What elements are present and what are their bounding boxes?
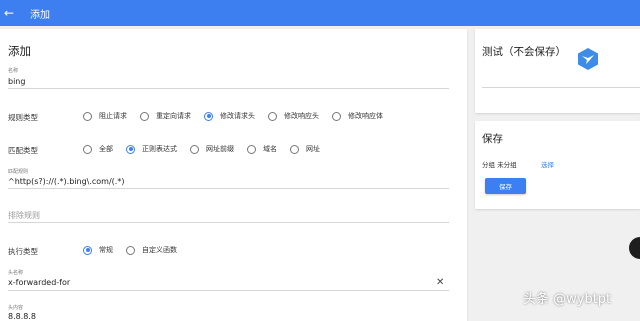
rule-type-radio-group: 阻止请求 重定向请求 修改请求头 修改响应头 修改响应体: [83, 111, 396, 121]
save-button[interactable]: 保存: [485, 178, 526, 194]
radio-label: 修改响应头: [284, 112, 319, 120]
radio-label: 正则表达式: [142, 145, 177, 153]
match-rule-label: 匹配规则: [8, 169, 29, 175]
rule-type-option-block[interactable]: 阻止请求: [83, 111, 127, 121]
radio-label: 网址: [306, 145, 320, 153]
exclude-rule-underline: [8, 222, 449, 223]
save-card: 保存 分组 未分组 选择 保存: [475, 121, 640, 209]
radio-label: 阻止请求: [99, 112, 127, 120]
group-row: 分组 未分组: [482, 159, 517, 169]
match-type-option-domain[interactable]: 域名: [247, 144, 277, 154]
radio-label: 常规: [99, 246, 113, 254]
test-card-title: 测试（不会保存）: [482, 46, 566, 58]
watermark-text: 头条 @wybtpt: [523, 292, 612, 307]
rule-type-option-modify-response-header[interactable]: 修改响应头: [268, 111, 319, 121]
rule-type-label: 规则类型: [8, 113, 38, 122]
page-title: 添加: [30, 9, 50, 21]
match-type-label: 匹配类型: [8, 146, 38, 155]
radio-label: 域名: [263, 145, 277, 153]
radio-label: 修改响应体: [348, 112, 383, 120]
radio-button-selected[interactable]: [83, 245, 92, 255]
header-name-underline: [8, 290, 449, 291]
exec-type-radio-group: 常规 自定义函数: [83, 245, 190, 255]
header-name-label: 头名称: [8, 270, 24, 276]
test-card-divider: [482, 87, 640, 88]
rule-type-option-modify-response-body[interactable]: 修改响应体: [332, 111, 383, 121]
radio-label: 修改请求头: [220, 112, 255, 120]
header-value-label: 头内容: [8, 305, 24, 311]
match-type-option-url[interactable]: 网址: [290, 144, 320, 154]
name-input[interactable]: bing: [8, 77, 25, 86]
radio-button[interactable]: [268, 111, 277, 121]
radio-button[interactable]: [190, 144, 199, 154]
arrow-left-icon[interactable]: ←: [0, 0, 22, 26]
name-field-label: 名称: [8, 68, 19, 74]
radio-button-selected[interactable]: [204, 111, 213, 121]
radio-button[interactable]: [140, 111, 149, 121]
save-card-title: 保存: [482, 133, 503, 145]
match-rule-input[interactable]: ^http(s?)://(.*).bing\.com/(.*): [8, 177, 124, 186]
exec-type-option-custom-function[interactable]: 自定义函数: [126, 245, 177, 255]
radio-label: 自定义函数: [142, 246, 177, 254]
match-type-option-all[interactable]: 全部: [83, 144, 113, 154]
group-value: 未分组: [497, 161, 517, 169]
radio-button[interactable]: [126, 245, 135, 255]
radio-label: 重定向请求: [156, 112, 191, 120]
exec-type-option-normal[interactable]: 常规: [83, 245, 113, 255]
match-type-option-prefix[interactable]: 网址前缀: [190, 144, 234, 154]
close-icon[interactable]: ✕: [436, 277, 444, 288]
app-bar: ← 添加: [0, 0, 640, 26]
radio-button-selected[interactable]: [126, 144, 135, 154]
radio-button[interactable]: [290, 144, 299, 154]
radio-button[interactable]: [83, 144, 92, 154]
radio-label: 全部: [99, 145, 113, 153]
group-label: 分组: [482, 161, 495, 169]
header-name-input[interactable]: x-forwarded-for: [8, 278, 70, 287]
form-title: 添加: [8, 44, 31, 58]
radio-button[interactable]: [83, 111, 92, 121]
radio-label: 网址前缀: [206, 145, 234, 153]
match-type-option-regex[interactable]: 正则表达式: [126, 144, 177, 154]
floating-action-button[interactable]: [629, 237, 640, 259]
rule-form-card: 添加 名称 bing 规则类型 阻止请求 重定向请求 修改请求头 修改响应头 修…: [0, 29, 467, 321]
rule-type-option-redirect[interactable]: 重定向请求: [140, 111, 191, 121]
exclude-rule-input[interactable]: 排除规则: [8, 210, 40, 221]
match-type-radio-group: 全部 正则表达式 网址前缀 域名 网址: [83, 144, 333, 154]
radio-button[interactable]: [247, 144, 256, 154]
match-rule-underline: [8, 188, 449, 189]
select-group-link[interactable]: 选择: [541, 159, 554, 169]
name-input-underline: [8, 88, 449, 89]
radio-button[interactable]: [332, 111, 341, 121]
bird-logo-icon: [578, 48, 598, 70]
rule-type-option-modify-request-header[interactable]: 修改请求头: [204, 111, 255, 121]
test-card: 测试（不会保存）: [475, 29, 640, 113]
exec-type-label: 执行类型: [8, 247, 38, 256]
header-value-input[interactable]: 8.8.8.8: [8, 312, 36, 321]
